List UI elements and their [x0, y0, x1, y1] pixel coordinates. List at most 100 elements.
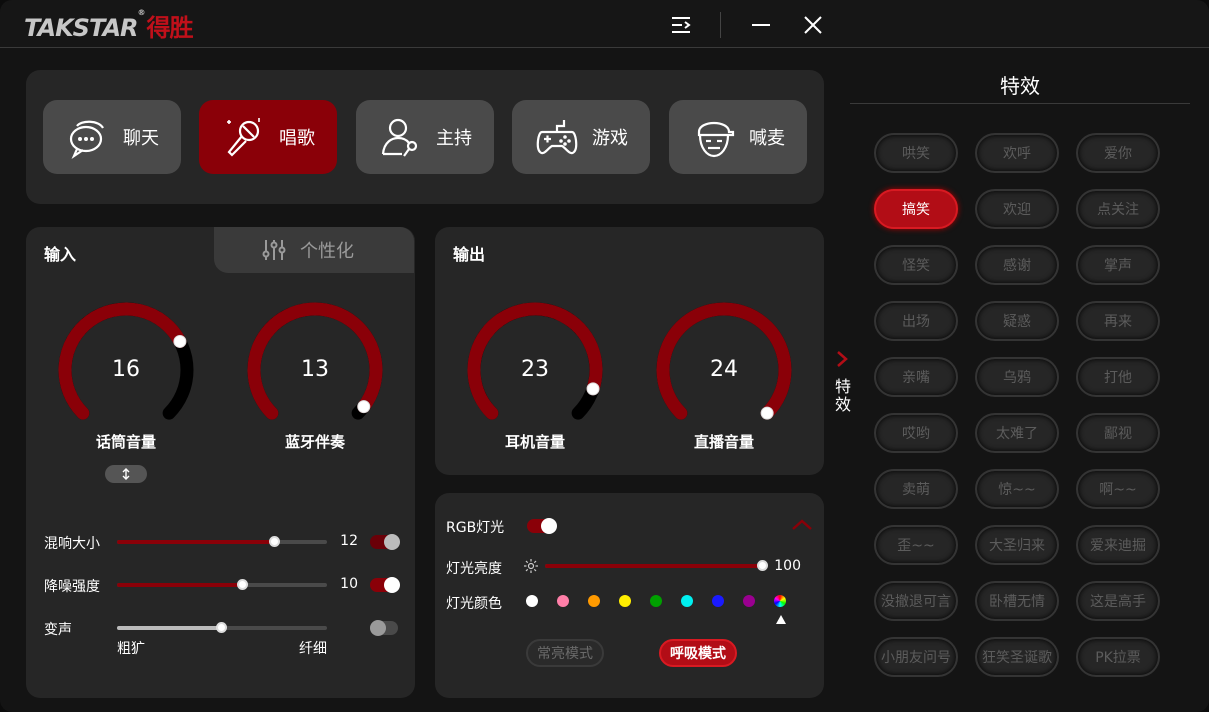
mode-game-button[interactable]: 游戏	[512, 100, 650, 174]
mode-host-button[interactable]: 主持	[356, 100, 494, 174]
live-volume-label: 直播音量	[693, 433, 754, 451]
input-title: 输入	[44, 245, 77, 264]
voice-fine-label: 纤细	[299, 641, 327, 657]
denoise-label: 降噪强度	[44, 579, 100, 595]
steady-mode-button[interactable]: 常亮模式	[526, 639, 604, 667]
brightness-label: 灯光亮度	[446, 561, 502, 577]
breath-mode-button[interactable]: 呼吸模式	[659, 639, 737, 667]
effect-button[interactable]: 鄙视	[1076, 413, 1160, 453]
effect-button[interactable]: 点关注	[1076, 189, 1160, 229]
color-swatch[interactable]	[650, 595, 662, 607]
tab-personalization[interactable]: 个性化	[214, 227, 414, 273]
effect-button[interactable]: 怪笑	[874, 245, 958, 285]
color-swatch[interactable]	[526, 595, 538, 607]
mode-panel: 聊天 唱歌 主持 游戏 喊麦	[26, 70, 824, 204]
knob-handle[interactable]	[586, 382, 600, 396]
mic-volume-value: 16	[112, 357, 140, 382]
effects-side-label[interactable]: 特效	[833, 378, 853, 414]
rgb-toggle[interactable]	[527, 518, 557, 534]
effect-button[interactable]: 哎哟	[874, 413, 958, 453]
color-swatch[interactable]	[619, 595, 631, 607]
denoise-toggle[interactable]	[370, 577, 400, 593]
effects-divider	[850, 103, 1190, 104]
effect-button[interactable]: 太难了	[975, 413, 1059, 453]
knob-handle[interactable]	[173, 334, 187, 348]
effect-button[interactable]: 再来	[1076, 301, 1160, 341]
brand-logo: TAKSTAR®得胜	[24, 8, 194, 42]
effect-button[interactable]: 小朋友问号	[874, 637, 958, 677]
effect-button[interactable]: 没撤退可言	[874, 581, 958, 621]
effect-button[interactable]: 出场	[874, 301, 958, 341]
reverb-slider[interactable]	[117, 536, 327, 547]
rgb-panel: RGB灯光 灯光亮度 100 灯光颜色 常亮模式 呼吸模式	[435, 493, 824, 698]
reverb-label: 混响大小	[44, 536, 100, 552]
input-panel: 输入 个性化 16 13 话筒音量 蓝牙伴奏 混响大小 12 降噪强度 10 变…	[26, 227, 415, 698]
mic-link-button[interactable]	[105, 465, 147, 483]
link-icon	[122, 468, 130, 480]
effect-button[interactable]: 惊~~	[975, 469, 1059, 509]
mode-sing-button[interactable]: 唱歌	[199, 100, 337, 174]
mode-host-label: 主持	[436, 128, 472, 149]
effect-button[interactable]: 疑惑	[975, 301, 1059, 341]
collapse-chevron-icon[interactable]	[791, 519, 813, 531]
host-icon	[381, 118, 418, 157]
color-swatch[interactable]	[681, 595, 693, 607]
voice-change-toggle[interactable]	[370, 620, 398, 636]
voice-change-slider[interactable]	[117, 622, 327, 633]
voice-change-label: 变声	[44, 622, 72, 638]
output-title: 输出	[453, 245, 486, 264]
mode-game-label: 游戏	[592, 128, 628, 149]
minimize-icon[interactable]	[748, 12, 774, 38]
effect-button[interactable]: 卧槽无情	[975, 581, 1059, 621]
title-bar: TAKSTAR®得胜	[0, 0, 1209, 48]
reverb-value: 12	[340, 533, 358, 549]
knob-handle[interactable]	[357, 400, 371, 414]
effect-button[interactable]: 歪~~	[874, 525, 958, 565]
close-icon[interactable]	[800, 12, 826, 38]
effect-button[interactable]: 爱你	[1076, 133, 1160, 173]
app-window: TAKSTAR®得胜 聊天 唱歌 主持 游戏 喊麦 输入 个性化 16 13 话…	[0, 0, 1209, 712]
headphone-label: 耳机音量	[504, 433, 565, 451]
denoise-slider[interactable]	[117, 579, 327, 590]
mode-mc-button[interactable]: 喊麦	[669, 100, 807, 174]
effect-button[interactable]: 哄笑	[874, 133, 958, 173]
color-swatch[interactable]	[588, 595, 600, 607]
title-separator	[720, 12, 721, 38]
voice-rough-label: 粗犷	[117, 641, 145, 657]
reverb-toggle[interactable]	[370, 534, 400, 550]
expand-chevron-icon[interactable]	[835, 350, 849, 368]
effect-button[interactable]: 搞笑	[874, 189, 958, 229]
effect-button[interactable]: 啊~~	[1076, 469, 1160, 509]
mode-chat-button[interactable]: 聊天	[43, 100, 181, 174]
effect-button[interactable]: 这是高手	[1076, 581, 1160, 621]
effect-button[interactable]: 欢迎	[975, 189, 1059, 229]
knob-handle[interactable]	[760, 406, 774, 420]
effects-title: 特效	[1000, 74, 1040, 98]
headphone-value: 23	[521, 357, 549, 382]
gamepad-icon	[536, 120, 578, 155]
color-swatch[interactable]	[557, 595, 569, 607]
effect-button[interactable]: 打他	[1076, 357, 1160, 397]
tab-personalization-label: 个性化	[300, 241, 354, 262]
effect-button[interactable]: 掌声	[1076, 245, 1160, 285]
effect-button[interactable]: 亲嘴	[874, 357, 958, 397]
color-swatch[interactable]	[774, 595, 786, 607]
chat-icon	[69, 120, 104, 159]
brightness-value: 100	[774, 558, 801, 574]
live-volume-value: 24	[710, 357, 738, 382]
brightness-slider[interactable]	[545, 560, 768, 571]
mode-mc-label: 喊麦	[749, 128, 785, 149]
effect-button[interactable]: 狂笑圣诞歌	[975, 637, 1059, 677]
effect-button[interactable]: 大圣归来	[975, 525, 1059, 565]
effect-button[interactable]: 感谢	[975, 245, 1059, 285]
color-swatch[interactable]	[743, 595, 755, 607]
effect-button[interactable]: 欢呼	[975, 133, 1059, 173]
effect-button[interactable]: 爱来迪掘	[1076, 525, 1160, 565]
effect-button[interactable]: PK拉票	[1076, 637, 1160, 677]
equalizer-icon	[262, 240, 286, 260]
effect-button[interactable]: 卖萌	[874, 469, 958, 509]
microphone-icon	[227, 118, 260, 157]
color-swatch[interactable]	[712, 595, 724, 607]
menu-icon[interactable]	[670, 12, 696, 38]
effect-button[interactable]: 乌鸦	[975, 357, 1059, 397]
